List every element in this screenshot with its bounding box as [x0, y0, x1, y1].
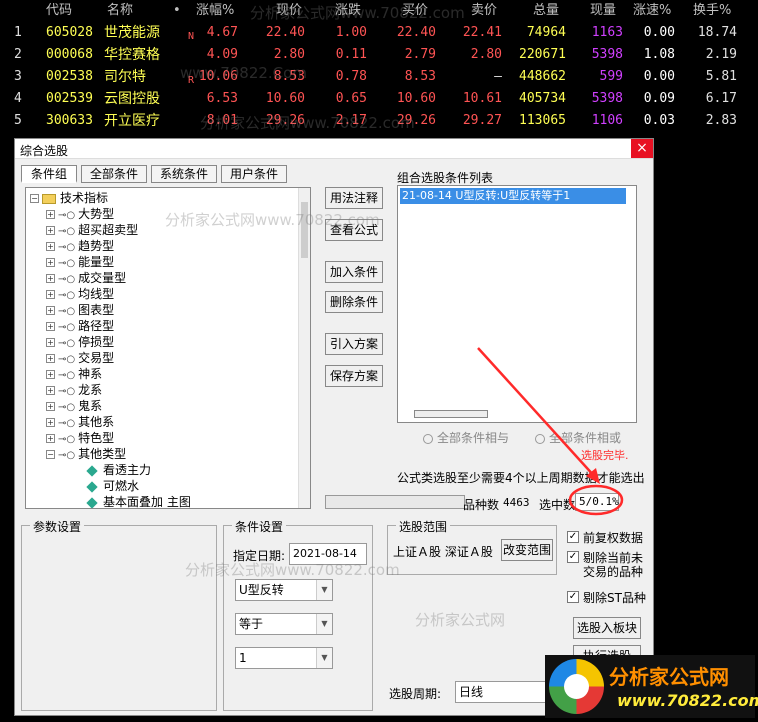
logo-icon — [549, 659, 604, 714]
logo-url: www.70822.com — [617, 691, 758, 710]
site-logo: 分析家公式网 www.70822.com — [545, 655, 758, 718]
annotation-arrow — [477, 347, 624, 516]
logo-title: 分析家公式网 — [609, 665, 729, 689]
